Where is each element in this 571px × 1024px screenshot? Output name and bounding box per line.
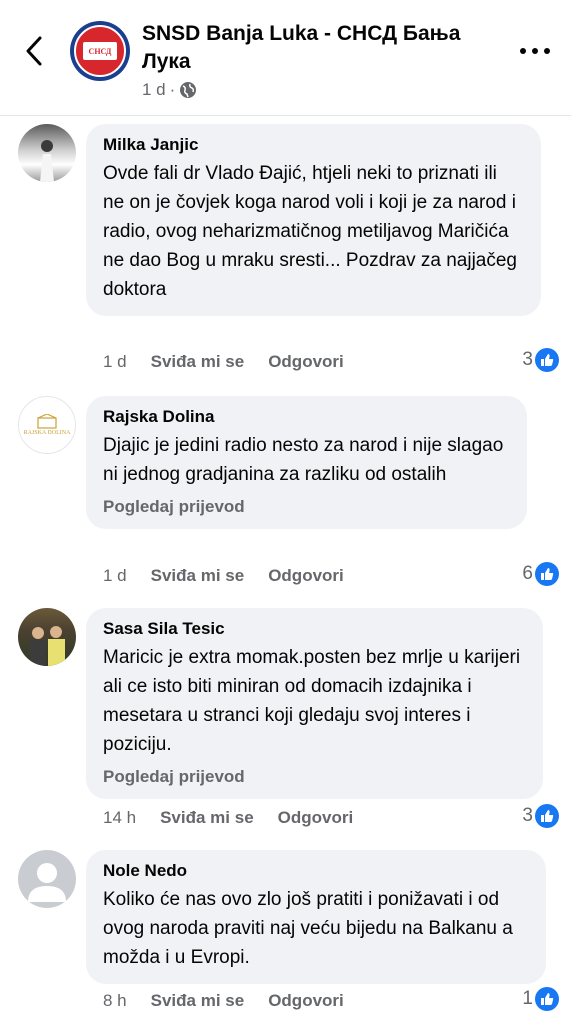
avatar[interactable] [18,608,76,666]
comment-actions: 8 h Sviđa mi se Odgovori [103,991,344,1011]
page-avatar[interactable]: СНСД [70,21,130,81]
avatar[interactable] [18,850,76,908]
like-button[interactable]: Sviđa mi se [151,991,245,1011]
reply-button[interactable]: Odgovori [268,991,344,1011]
dot-icon [544,48,550,54]
post-header: СНСД SNSD Banja Luka - СНСД Бања Лука 1 … [0,0,571,116]
reaction-number: 3 [522,349,533,370]
like-button[interactable]: Sviđa mi se [151,566,245,586]
comment-actions: 1 d Sviđa mi se Odgovori [103,566,344,586]
avatar[interactable] [18,124,76,182]
like-button[interactable]: Sviđa mi se [160,808,254,828]
comment-time[interactable]: 1 d [103,352,127,372]
reaction-number: 3 [522,805,533,826]
avatar[interactable]: RAJSKA DOLINA [18,396,76,454]
more-options-button[interactable] [520,44,554,58]
comment-text: Maricic je extra momak.posten bez mrlje … [103,647,521,755]
page-logo: СНСД [74,25,126,77]
comment-bubble: Sasa Sila Tesic Maricic je extra momak.p… [86,608,543,799]
reaction-number: 6 [522,563,533,584]
dot-icon [532,48,538,54]
comment-text: Ovde fali dr Vlado Đajić, htjeli neki to… [103,163,518,300]
chevron-left-icon [26,36,42,66]
post-time[interactable]: 1 d [142,80,166,100]
comment-author[interactable]: Rajska Dolina [103,406,509,428]
reaction-count[interactable]: 3 [522,348,559,372]
comment-bubble: Nole Nedo Koliko će nas ovo zlo još prat… [86,850,546,984]
comment-actions: 14 h Sviđa mi se Odgovori [103,808,353,828]
globe-icon [180,82,197,98]
user-photo-icon [40,140,54,182]
logo-icon [37,414,57,429]
reaction-count[interactable]: 3 [522,804,559,828]
comment-time[interactable]: 8 h [103,991,127,1011]
comment-bubble: Milka Janjic Ovde fali dr Vlado Đajić, h… [86,124,541,316]
reply-button[interactable]: Odgovori [278,808,354,828]
comment-author[interactable]: Nole Nedo [103,860,528,882]
comment-actions: 1 d Sviđa mi se Odgovori [103,352,344,372]
see-translation-link[interactable]: Pogledaj prijevod [103,767,525,787]
default-profile-icon [28,863,66,902]
back-button[interactable] [20,33,50,69]
avatar-logo-text: RAJSKA DOLINA [23,430,71,436]
logo-badge: СНСД [83,42,117,60]
comment-time[interactable]: 1 d [103,566,127,586]
comment-text: Koliko će nas ovo zlo još pratiti i poni… [103,889,513,968]
user-photo-icon [30,626,65,666]
logo-text: СНСД [88,46,112,56]
reaction-count[interactable]: 6 [522,562,559,586]
page-title[interactable]: SNSD Banja Luka - СНСД Бања Лука [142,20,512,76]
post-meta: 1 d · [142,80,197,100]
thumbs-up-icon [535,987,559,1011]
see-translation-link[interactable]: Pogledaj prijevod [103,497,509,517]
thumbs-up-icon [535,562,559,586]
thumbs-up-icon [535,804,559,828]
meta-separator: · [169,80,176,99]
comment-author[interactable]: Milka Janjic [103,134,523,156]
comment-author[interactable]: Sasa Sila Tesic [103,618,525,640]
reaction-count[interactable]: 1 [522,987,559,1011]
reaction-number: 1 [522,988,533,1009]
comment-time[interactable]: 14 h [103,808,136,828]
thumbs-up-icon [535,348,559,372]
reply-button[interactable]: Odgovori [268,566,344,586]
dot-icon [520,48,526,54]
comment-bubble: Rajska Dolina Djajic je jedini radio nes… [86,396,527,529]
comment-text: Djajic je jedini radio nesto za narod i … [103,435,504,485]
reply-button[interactable]: Odgovori [268,352,344,372]
like-button[interactable]: Sviđa mi se [151,352,245,372]
